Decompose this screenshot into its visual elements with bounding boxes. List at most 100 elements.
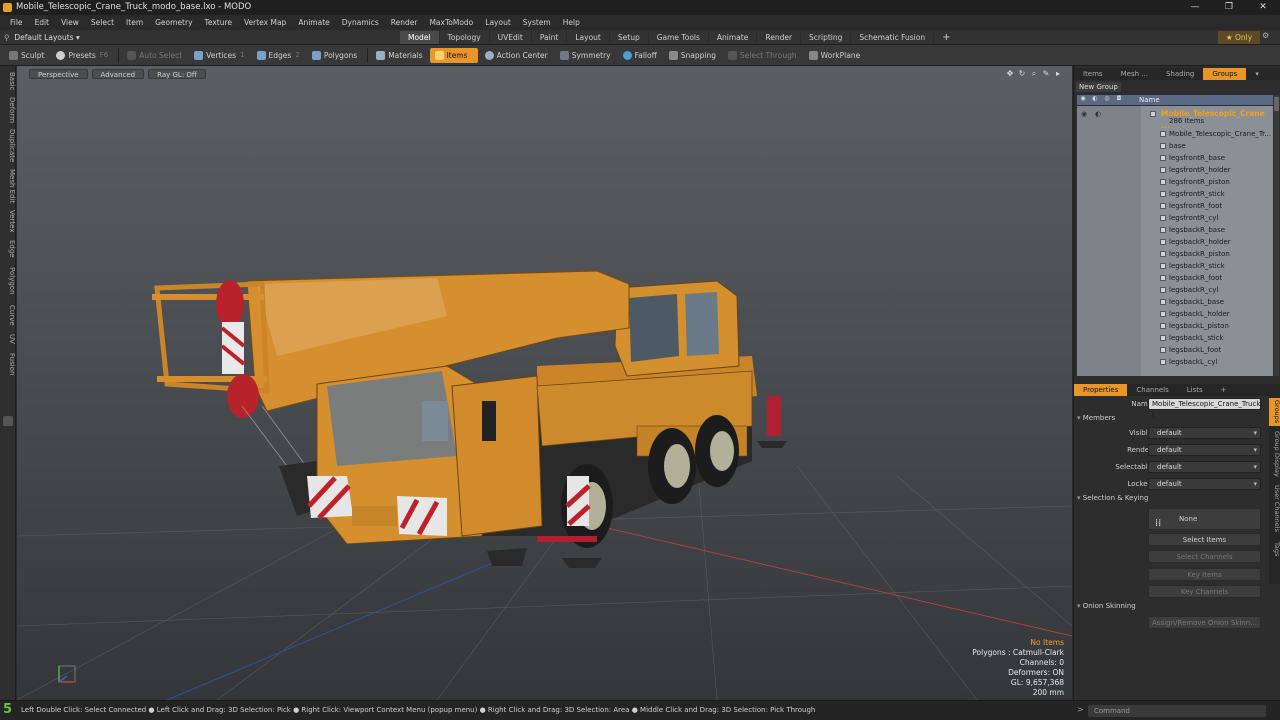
tab-setup[interactable]: Setup [610,31,649,44]
tree-item-row[interactable]: legsbackL_stick [1077,332,1273,344]
tab-lists[interactable]: Lists [1178,384,1212,396]
tree-item-row[interactable]: legsbackR_stick [1077,260,1273,272]
onion-skinning-section[interactable]: Onion Skinning [1077,602,1136,610]
left-tab-fusion[interactable]: Fusion [0,350,16,378]
left-tab-basic[interactable]: Basic [0,70,16,92]
tab-properties[interactable]: Properties [1074,384,1128,396]
vertices-button[interactable]: Vertices 1 [189,48,249,63]
tab-animate[interactable]: Animate [709,31,758,44]
side-tab-group-display[interactable]: Group Display [1269,430,1280,478]
command-input[interactable]: Command [1088,705,1266,717]
tab-channels[interactable]: Channels [1127,384,1177,396]
tree-item-row[interactable]: legsbackR_foot [1077,272,1273,284]
tab-scripting[interactable]: Scripting [801,31,852,44]
panel-toggle-icon[interactable] [3,416,13,426]
left-tab-mesh-edit[interactable]: Mesh Edit [0,168,16,204]
select-through-button[interactable]: Select Through [723,48,802,63]
tree-item-row[interactable]: Mobile_Telescopic_Crane_Tr... [1077,128,1273,140]
rotate-view-icon[interactable]: ↻ [1016,69,1028,79]
menu-dynamics[interactable]: Dynamics [336,18,385,27]
maximize-icon[interactable]: ❐ [1212,0,1246,15]
edges-button[interactable]: Edges 2 [252,48,305,63]
tree-item-row[interactable]: legsfrontR_base [1077,152,1273,164]
menu-maxtomodo[interactable]: MaxToModo [423,18,479,27]
brush-icon[interactable]: ✎ [1040,69,1052,79]
tree-item-row[interactable]: legsfrontR_foot [1077,200,1273,212]
left-tab-deform[interactable]: Deform [0,96,16,124]
lock-icon[interactable]: ◘ [1113,95,1125,105]
perspective-button[interactable]: Perspective [29,69,88,79]
zoom-view-icon[interactable]: ⌕ [1028,69,1040,79]
ray-gl-button[interactable]: Ray GL: Off [148,69,206,79]
locked-dropdown[interactable]: default ▾ [1148,478,1261,490]
menu-geometry[interactable]: Geometry [149,18,198,27]
left-tab-uv[interactable]: UV [0,332,16,346]
workplane-button[interactable]: WorkPlane [804,48,866,63]
tab-mesh[interactable]: Mesh ... [1112,68,1157,80]
presets-button[interactable]: Presets F6 [51,48,113,63]
tree-item-row[interactable]: legsbackL_foot [1077,344,1273,356]
only-button[interactable]: ★ Only [1218,31,1260,44]
render-dropdown[interactable]: default ▾ [1148,444,1261,456]
menu-layout[interactable]: Layout [479,18,517,27]
scrollbar-thumb[interactable] [1274,97,1279,111]
viewport-menu-icon[interactable]: ▸ [1052,69,1064,79]
menu-system[interactable]: System [517,18,557,27]
action-center-button[interactable]: Action Center [480,48,553,63]
tree-item-row[interactable]: legsfrontR_stick [1077,188,1273,200]
key-channels-button[interactable]: Key Channels [1148,585,1261,598]
eye-icon[interactable]: ◉ [1081,108,1087,120]
assign-onion-skin-button[interactable]: Assign/Remove Onion Skinn... [1148,616,1261,629]
menu-item[interactable]: Item [120,18,149,27]
side-tab-tags[interactable]: Tags [1269,538,1280,560]
new-group-button[interactable]: New Group [1076,82,1121,92]
side-tab-user-channels[interactable]: User Channels [1269,482,1280,534]
tree-item-row[interactable]: legsbackL_base [1077,296,1273,308]
move-view-icon[interactable]: ✥ [1004,69,1016,79]
tab-paint[interactable]: Paint [532,31,568,44]
tab-schematic-fusion[interactable]: Schematic Fusion [851,31,935,44]
tree-item-row[interactable]: legsbackL_piston [1077,320,1273,332]
command-history-icon[interactable]: > [1077,705,1084,714]
tab-uvedit[interactable]: UVEdit [490,31,532,44]
auto-select-button[interactable]: Auto Select [122,48,187,63]
tree-item-row[interactable]: legsfrontR_holder [1077,164,1273,176]
tab-items[interactable]: Items [1074,68,1112,80]
menu-animate[interactable]: Animate [292,18,335,27]
select-items-button[interactable]: Select Items [1148,533,1261,546]
menu-edit[interactable]: Edit [29,18,56,27]
tab-topology[interactable]: Topology [440,31,490,44]
tree-item-row[interactable]: base [1077,140,1273,152]
left-tab-polygon[interactable]: Polygon [0,264,16,298]
selection-set-field[interactable]: ⁞⁞ None [1148,508,1261,530]
menu-help[interactable]: Help [557,18,586,27]
tree-item-row[interactable]: legsfrontR_piston [1077,176,1273,188]
tree-item-row[interactable]: legsbackL_cyl [1077,356,1273,368]
3d-viewport[interactable]: Perspective Advanced Ray GL: Off ✥ ↻ ⌕ ✎… [17,66,1072,700]
key-items-button[interactable]: Key Items [1148,568,1261,581]
selectable-icon[interactable]: ◎ [1101,95,1113,105]
tree-item-row[interactable]: legsbackR_cyl [1077,284,1273,296]
side-tab-groups[interactable]: Groups [1269,398,1280,426]
minimize-icon[interactable]: — [1178,0,1212,15]
materials-button[interactable]: Materials [371,48,427,63]
tab-layout[interactable]: Layout [567,31,610,44]
snapping-button[interactable]: Snapping [664,48,721,63]
tree-item-row[interactable]: legsbackL_holder [1077,308,1273,320]
layout-selector[interactable]: ⚲ Default Layouts ▾ [4,30,80,45]
members-section[interactable]: Members [1077,414,1115,422]
left-tab-duplicate[interactable]: Duplicate [0,128,16,164]
symmetry-button[interactable]: Symmetry [555,48,616,63]
tab-shading[interactable]: Shading [1157,68,1203,80]
left-tab-vertex[interactable]: Vertex [0,208,16,234]
tab-model[interactable]: Model [400,31,440,44]
visible-dropdown[interactable]: default ▾ [1148,427,1261,439]
tree-item-row[interactable]: legsbackR_base [1077,224,1273,236]
selectable-dropdown[interactable]: default ▾ [1148,461,1261,473]
tree-item-row[interactable]: legsbackR_piston [1077,248,1273,260]
tree-item-row[interactable]: legsfrontR_cyl [1077,212,1273,224]
advanced-button[interactable]: Advanced [91,69,145,79]
menu-texture[interactable]: Texture [199,18,238,27]
menu-vertex-map[interactable]: Vertex Map [238,18,292,27]
left-tab-curve[interactable]: Curve [0,302,16,328]
